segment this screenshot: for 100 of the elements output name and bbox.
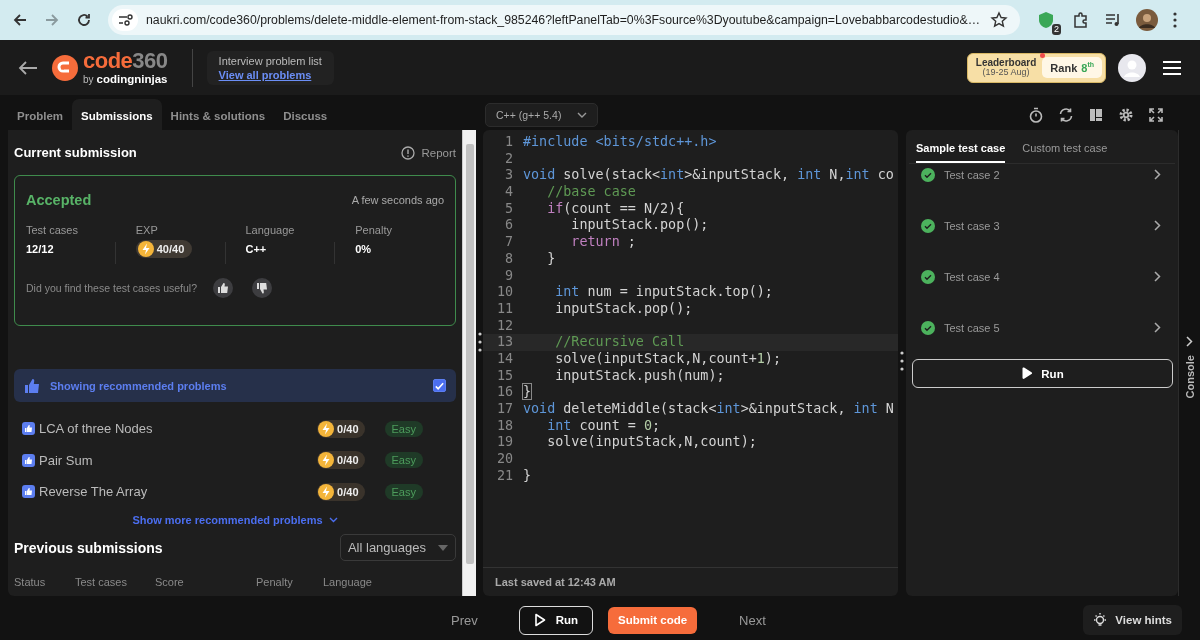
panel-tab[interactable]: Problem [8, 99, 72, 130]
leaderboard-button[interactable]: Leaderboard (19-25 Aug) Rank 8$^{th}$ [966, 52, 1106, 83]
notification-badge: 2 [1052, 24, 1061, 35]
checkbox[interactable] [433, 379, 446, 392]
report-button[interactable]: Report [401, 145, 456, 160]
stat-value: 12/12 [26, 243, 55, 255]
column-header: Language [323, 575, 372, 588]
rank-label: Rank [1050, 61, 1078, 74]
test-tab[interactable]: Sample test case [916, 130, 1006, 163]
stat-label: Language [245, 224, 296, 236]
code-line: return ; [570, 234, 636, 251]
chevron-right-icon [1154, 169, 1161, 180]
thumbs-up-icon [22, 453, 35, 467]
chevron-down-icon [328, 516, 338, 523]
difficulty-tag: Easy [384, 452, 423, 469]
address-bar[interactable]: naukri.com/code360/problems/delete-middle-element-from-stack_985246?leftPanelTab=0%3Fsource%3Dyoutube&campaign=Lovebabbarcodestudio&… [108, 5, 1020, 35]
menu-icon[interactable] [1162, 59, 1182, 76]
line-number: 11 [495, 300, 513, 318]
scrollbar[interactable] [462, 130, 476, 596]
thumbs-down-icon[interactable] [252, 278, 272, 298]
timer-icon[interactable] [1028, 107, 1044, 123]
chevron-right-icon [1154, 322, 1161, 333]
problem-link[interactable]: Reverse The Array [39, 484, 318, 500]
line-number: 6 [503, 217, 513, 235]
feedback-question: Did you find these test cases useful? [26, 282, 197, 294]
logo-byline: by [83, 73, 94, 85]
logo-brand: codingninjas [96, 72, 168, 85]
stat-value: 0% [355, 243, 373, 255]
exp-pill: 0/40 [317, 419, 365, 438]
exp-pill: 0/40 [317, 482, 365, 501]
line-number: 8 [503, 250, 513, 268]
caret-icon [438, 544, 448, 551]
reload-icon[interactable] [76, 12, 92, 28]
run-button[interactable]: Run [912, 359, 1173, 388]
drag-handle-icon[interactable] [900, 351, 904, 371]
code-line: inputStack.push(num); [554, 367, 725, 385]
leaderboard-dates: (19-25 Aug) [982, 68, 1030, 78]
column-header: Status [14, 575, 47, 588]
panel-tab[interactable]: Discuss [274, 99, 337, 130]
site-info-icon[interactable] [112, 9, 138, 31]
code-line: inputStack.pop(); [554, 300, 693, 318]
code-line: } [523, 384, 532, 401]
banner-text: Showing recommended problems [50, 379, 228, 392]
code-line: #include <bits/stdc++.h> [523, 134, 717, 151]
avatar-icon[interactable] [1118, 53, 1146, 82]
test-case-row[interactable]: Test case 3 [909, 200, 1175, 251]
thumbs-up-icon [24, 378, 40, 393]
console-toggle[interactable]: Console [1183, 354, 1196, 398]
stat-label: Test cases [26, 224, 79, 236]
section-title: Current submission [14, 145, 137, 160]
back-icon[interactable] [12, 12, 28, 28]
shield-icon[interactable] [1036, 10, 1056, 30]
column-header: Score [155, 575, 185, 588]
problem-link[interactable]: LCA of three Nodes [39, 421, 318, 437]
submission-time: A few seconds ago [351, 194, 444, 206]
last-saved-text: Last saved at 12:43 AM [483, 567, 898, 596]
exp-pill: 0/40 [317, 451, 365, 470]
line-number: 14 [495, 350, 513, 368]
panel-tab[interactable]: Hints & solutions [161, 99, 275, 130]
drag-handle-icon[interactable] [477, 332, 482, 352]
lightning-icon [137, 241, 154, 257]
test-tab[interactable]: Custom test case [1022, 130, 1108, 163]
next-button[interactable]: Next [739, 612, 766, 628]
test-case-row[interactable]: Test case 5 [909, 302, 1175, 353]
avatar-icon[interactable] [1136, 9, 1158, 31]
fullscreen-icon[interactable] [1148, 107, 1164, 123]
prev-button[interactable]: Prev [451, 612, 478, 628]
code-line: void solve(stack<int>&inputStack, int N,int co [523, 167, 894, 185]
language-dropdown[interactable]: All languages [339, 534, 456, 561]
line-number: 10 [495, 284, 513, 301]
chevron-right-icon [1154, 220, 1161, 231]
url-text: naukri.com/code360/problems/delete-middle-element-from-stack_985246?leftPanelTab=0%3Fsource%3Dyoutube&campaign=Lovebabbarcodestudio&… [146, 13, 980, 27]
stat-value: C++ [245, 243, 268, 255]
stat-label: Penalty [355, 224, 393, 236]
run-button[interactable]: Run [518, 605, 594, 635]
media-icon[interactable] [1104, 11, 1122, 29]
code-line: solve(inputStack,N,count); [546, 434, 757, 452]
more-icon[interactable] [1172, 11, 1178, 29]
chevron-right-icon[interactable] [1186, 335, 1193, 347]
line-number: 2 [503, 150, 513, 168]
line-number: 1 [503, 134, 513, 151]
refresh-icon[interactable] [1058, 107, 1074, 123]
view-hints-button[interactable]: View hints [1083, 605, 1182, 635]
thumbs-up-icon[interactable] [213, 278, 233, 298]
star-icon[interactable] [990, 11, 1008, 29]
puzzle-icon[interactable] [1072, 11, 1090, 29]
back-arrow-icon[interactable] [18, 59, 38, 76]
line-number: 5 [503, 200, 513, 218]
thumbs-up-icon [22, 422, 35, 436]
settings-icon[interactable] [1118, 107, 1134, 123]
language-selector[interactable]: C++ (g++ 5.4) [485, 102, 599, 127]
panel-tab[interactable]: Submissions [72, 99, 162, 130]
view-all-link[interactable]: View all problems [218, 68, 322, 81]
code-line: if(count == N/2){ [546, 200, 685, 218]
lightbulb-icon [1093, 612, 1108, 628]
test-case-row[interactable]: Test case 4 [909, 251, 1175, 302]
show-more-link[interactable]: Show more recommended problems [14, 510, 456, 529]
stat-label: EXP [135, 224, 159, 236]
layout-icon[interactable] [1088, 107, 1104, 123]
problem-link[interactable]: Pair Sum [39, 452, 318, 468]
